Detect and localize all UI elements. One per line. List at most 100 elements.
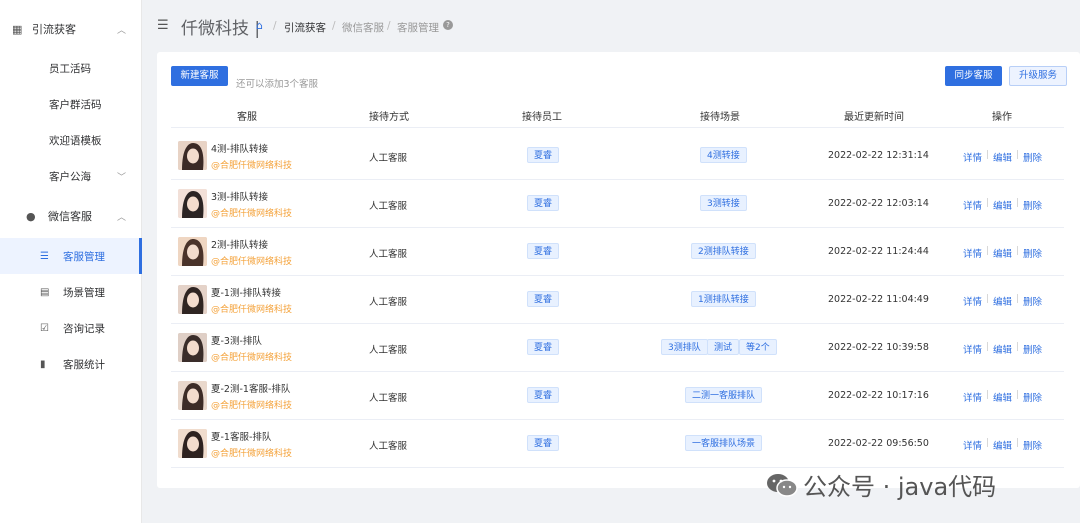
action-separator: |: [1016, 246, 1020, 256]
staff-tag: 夏睿: [527, 195, 560, 211]
reception-mode: 人工客服: [369, 249, 408, 260]
table-row: 4测-排队转接 @合肥仟微网络科技 人工客服 夏睿 4测转接 2022-02-22 12:…: [171, 132, 1064, 180]
avatar: [178, 189, 207, 218]
detail-link[interactable]: 详情: [963, 342, 982, 356]
sidebar-item-scene-manage[interactable]: ▤ 场景管理: [0, 274, 142, 310]
column-header: 操作: [992, 112, 1012, 123]
sidebar-item-welcome[interactable]: 欢迎语模板: [0, 122, 142, 158]
list-icon: ☰: [40, 250, 49, 262]
detail-link[interactable]: 详情: [963, 438, 982, 452]
column-header: 接待员工: [522, 112, 562, 123]
upgrade-service-button[interactable]: 升级服务: [1009, 66, 1067, 86]
action-separator: |: [1016, 198, 1020, 208]
staff-tag: 夏睿: [527, 339, 560, 355]
edit-link[interactable]: 编辑: [993, 150, 1012, 164]
delete-link[interactable]: 删除: [1023, 438, 1042, 452]
table-row: 夏-2测-1客服-排队 @合肥仟微网络科技 人工客服 夏睿 二测一客服排队 2022-02…: [171, 372, 1064, 420]
breadcrumb-item[interactable]: 微信客服: [342, 20, 384, 35]
breadcrumb-separator: /: [387, 20, 391, 32]
sidebar-item-group-code[interactable]: 客户群活码: [0, 86, 142, 122]
detail-link[interactable]: 详情: [963, 150, 982, 164]
reception-mode: 人工客服: [369, 153, 408, 164]
new-service-button[interactable]: 新建客服: [171, 66, 228, 86]
update-time: 2022-02-22 10:17:16: [828, 390, 929, 401]
avatar: [178, 141, 207, 170]
qrcode-icon: ▦: [12, 22, 23, 36]
detail-link[interactable]: 详情: [963, 246, 982, 260]
edit-link[interactable]: 编辑: [993, 438, 1012, 452]
detail-link[interactable]: 详情: [963, 390, 982, 404]
column-header: 客服: [237, 112, 257, 123]
sidebar-item-label: 客户公海: [49, 170, 91, 183]
action-separator: |: [986, 342, 990, 352]
update-time: 2022-02-22 11:04:49: [828, 294, 929, 305]
sidebar-item-label: 员工活码: [49, 62, 91, 75]
service-corp: @合肥仟微网络科技: [211, 305, 293, 315]
table-row: 3测-排队转接 @合肥仟微网络科技 人工客服 夏睿 3测转接 2022-02-22 12:…: [171, 180, 1064, 228]
record-icon: ☑: [40, 322, 49, 334]
action-separator: |: [986, 390, 990, 400]
sidebar-group-label: 微信客服: [48, 210, 92, 223]
detail-link[interactable]: 详情: [963, 294, 982, 308]
edit-link[interactable]: 编辑: [993, 342, 1012, 356]
sidebar-item-public-pool[interactable]: 客户公海 ﹀: [0, 158, 142, 194]
column-header: 接待方式: [369, 112, 409, 123]
scene-tag[interactable]: 等2个: [739, 339, 777, 355]
sidebar-group-lead[interactable]: ▦ 引流获客 ︿: [0, 11, 142, 47]
sidebar-item-label: 欢迎语模板: [49, 134, 102, 147]
header-divider: [171, 127, 1064, 128]
update-time: 2022-02-22 12:31:14: [828, 150, 929, 161]
sidebar-item-label: 客户群活码: [49, 98, 102, 111]
watermark-text: 公众号 · java代码: [803, 473, 997, 501]
scene-tag: 4测转接: [700, 147, 747, 163]
edit-link[interactable]: 编辑: [993, 294, 1012, 308]
action-separator: |: [1016, 294, 1020, 304]
sidebar-item-service-stats[interactable]: ▮ 客服统计: [0, 346, 142, 382]
action-separator: |: [986, 198, 990, 208]
help-icon[interactable]: ?: [443, 20, 453, 30]
avatar: [178, 381, 207, 410]
edit-link[interactable]: 编辑: [993, 246, 1012, 260]
quota-hint: 还可以添加3个客服: [236, 79, 319, 90]
avatar: [178, 285, 207, 314]
detail-link[interactable]: 详情: [963, 198, 982, 212]
delete-link[interactable]: 删除: [1023, 150, 1042, 164]
delete-link[interactable]: 删除: [1023, 342, 1042, 356]
breadcrumb-item[interactable]: 引流获客: [284, 20, 326, 35]
service-name: 3测-排队转接: [211, 192, 268, 203]
wechat-logo-icon: [767, 473, 798, 497]
sidebar-group-wechat-service[interactable]: ● 微信客服 ︿: [0, 198, 142, 234]
edit-link[interactable]: 编辑: [993, 198, 1012, 212]
edit-link[interactable]: 编辑: [993, 390, 1012, 404]
staff-tag: 夏睿: [527, 243, 560, 259]
sidebar-item-service-manage[interactable]: ☰ 客服管理: [0, 238, 142, 274]
reception-mode: 人工客服: [369, 393, 408, 404]
action-separator: |: [1016, 150, 1020, 160]
sidebar-item-staff-code[interactable]: 员工活码: [0, 50, 142, 86]
sidebar-item-label: 场景管理: [63, 286, 105, 299]
column-header: 接待场景: [700, 112, 740, 123]
reception-mode: 人工客服: [369, 297, 408, 308]
service-corp: @合肥仟微网络科技: [211, 257, 293, 267]
delete-link[interactable]: 删除: [1023, 294, 1042, 308]
sidebar-item-label: 咨询记录: [63, 322, 105, 335]
delete-link[interactable]: 删除: [1023, 390, 1042, 404]
table-row: 2测-排队转接 @合肥仟微网络科技 人工客服 夏睿 2测排队转接 2022-02-22 1…: [171, 228, 1064, 276]
sync-service-button[interactable]: 同步客服: [945, 66, 1002, 86]
table-row: 夏-3测-排队 @合肥仟微网络科技 人工客服 夏睿 3测排队 测试 等2个 2022-02-2…: [171, 324, 1064, 372]
update-time: 2022-02-22 11:24:44: [828, 246, 929, 257]
home-icon[interactable]: ⌂: [256, 19, 263, 32]
delete-link[interactable]: 删除: [1023, 198, 1042, 212]
avatar: [178, 429, 207, 458]
sidebar-item-consult-record[interactable]: ☑ 咨询记录: [0, 310, 142, 346]
scene-tag: 二测一客服排队: [685, 387, 763, 403]
action-separator: |: [986, 438, 990, 448]
brand-title: 仟微科技 |: [181, 19, 261, 39]
sidebar-group-label: 引流获客: [32, 23, 76, 36]
top-header: ☰ 仟微科技 | ⌂ / 引流获客 / 微信客服 / 客服管理 ?: [143, 0, 1080, 50]
service-name: 夏-1测-排队转接: [211, 288, 281, 299]
menu-toggle-icon[interactable]: ☰: [157, 18, 169, 33]
table-row: 夏-1测-排队转接 @合肥仟微网络科技 人工客服 夏睿 1测排队转接 2022-02-22…: [171, 276, 1064, 324]
staff-tag: 夏睿: [527, 435, 560, 451]
delete-link[interactable]: 删除: [1023, 246, 1042, 260]
